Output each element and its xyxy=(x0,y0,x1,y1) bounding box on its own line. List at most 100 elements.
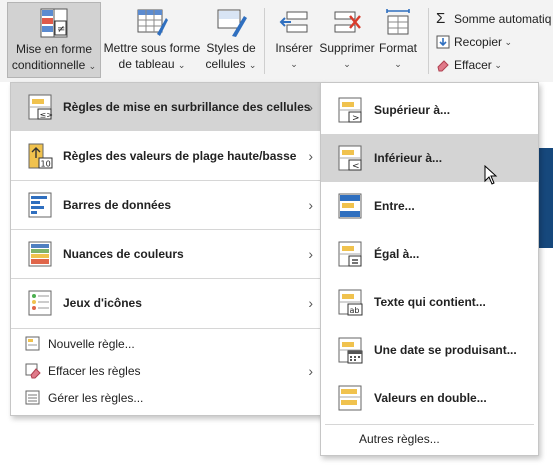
svg-text:≠: ≠ xyxy=(57,24,65,35)
menu-item-label: Nouvelle règle... xyxy=(48,337,135,351)
clear-button[interactable]: Effacer ⌄ xyxy=(436,55,502,75)
ribbon-separator xyxy=(264,8,265,74)
menu-item-label: Effacer les règles xyxy=(48,364,141,378)
format-cells-icon xyxy=(381,6,415,38)
menu-item-equal-to[interactable]: Égal à... xyxy=(321,230,538,278)
chevron-right-icon: › xyxy=(308,99,313,115)
manage-rules-icon xyxy=(25,390,41,406)
menu-item-new-rule[interactable]: Nouvelle règle... xyxy=(11,331,323,357)
menu-item-label: Gérer les règles... xyxy=(48,391,144,405)
duplicate-values-icon xyxy=(336,383,366,413)
button-label-line2: conditionnelle ⌄ xyxy=(11,58,97,72)
button-label-line2: cellules ⌄ xyxy=(205,57,257,71)
autosum-button[interactable]: Σ Somme automatiq xyxy=(436,9,551,29)
autosum-label: Somme automatiq xyxy=(454,12,552,26)
cell-styles-button[interactable]: Styles de cellules ⌄ xyxy=(203,2,259,78)
chevron-down-icon: ⌄ xyxy=(394,59,402,69)
conditional-format-menu: ≤> Règles de mise en surbrillance des ce… xyxy=(10,82,324,416)
menu-item-between[interactable]: Entre... xyxy=(321,182,538,230)
menu-item-icon-sets[interactable]: Jeux d'icônes › xyxy=(11,279,323,327)
color-scales-icon xyxy=(26,239,56,269)
conditional-format-button[interactable]: ≠ Mise en forme conditionnelle ⌄ xyxy=(7,2,101,78)
chevron-right-icon: › xyxy=(308,363,313,379)
icon-sets-icon xyxy=(26,288,56,318)
fill-down-icon xyxy=(436,35,450,49)
top-bottom-rules-icon: 10 xyxy=(26,141,56,171)
fill-label: Recopier xyxy=(454,35,503,49)
equal-to-icon xyxy=(336,239,366,269)
conditional-format-icon: ≠ xyxy=(37,7,71,39)
button-label: Supprimer xyxy=(319,41,375,55)
svg-text:≤>: ≤> xyxy=(40,111,53,120)
menu-divider xyxy=(11,328,323,329)
menu-item-label: Entre... xyxy=(374,199,415,213)
data-bars-icon xyxy=(26,190,56,220)
clear-label: Effacer xyxy=(454,58,492,72)
menu-divider xyxy=(325,424,534,425)
cell-styles-icon xyxy=(214,6,248,38)
svg-text:<: < xyxy=(352,162,360,172)
menu-item-label: Barres de données xyxy=(63,198,172,212)
ribbon: ≠ Mise en forme conditionnelle ⌄ Mettre … xyxy=(0,0,553,83)
menu-item-label: Autres règles... xyxy=(359,432,440,446)
menu-item-label: Règles de mise en surbrillance des cellu… xyxy=(63,100,311,114)
button-label: Mise en forme xyxy=(15,42,93,56)
button-label: Format xyxy=(378,41,417,55)
svg-text:10: 10 xyxy=(41,160,51,169)
menu-item-label: Inférieur à... xyxy=(374,151,443,165)
chevron-down-icon: ⌄ xyxy=(343,59,351,69)
menu-item-more-rules[interactable]: Autres règles... xyxy=(321,426,538,452)
delete-button[interactable]: Supprimer ⌄ xyxy=(318,2,376,78)
less-than-icon: < xyxy=(336,143,366,173)
menu-item-label: Texte qui contient... xyxy=(374,295,486,309)
date-occurring-icon xyxy=(336,335,366,365)
delete-cells-icon xyxy=(330,6,364,38)
menu-item-greater-than[interactable]: > Supérieur à... xyxy=(321,86,538,134)
between-icon xyxy=(336,191,366,221)
clear-rules-icon xyxy=(25,363,41,379)
menu-item-less-than[interactable]: < Inférieur à... xyxy=(321,134,538,185)
menu-item-label: Valeurs en double... xyxy=(374,391,487,405)
chevron-right-icon: › xyxy=(308,197,313,213)
menu-item-duplicate-values[interactable]: Valeurs en double... xyxy=(321,374,538,422)
svg-text:ab: ab xyxy=(350,306,360,315)
svg-text:>: > xyxy=(352,114,360,124)
menu-item-highlight-cells-rules[interactable]: ≤> Règles de mise en surbrillance des ce… xyxy=(11,83,323,131)
menu-item-date-occurring[interactable]: Une date se produisant... xyxy=(321,326,538,374)
greater-than-icon: > xyxy=(336,95,366,125)
sigma-icon: Σ xyxy=(436,10,446,27)
menu-item-clear-rules[interactable]: Effacer les règles › xyxy=(11,358,323,384)
highlight-rules-submenu: > Supérieur à... < Inférieur à... Entre.… xyxy=(320,82,539,456)
ribbon-separator xyxy=(428,8,429,74)
menu-item-label: Règles des valeurs de plage haute/basse xyxy=(63,149,297,163)
menu-item-data-bars[interactable]: Barres de données › xyxy=(11,181,323,229)
menu-item-manage-rules[interactable]: Gérer les règles... xyxy=(11,385,323,411)
format-as-table-icon xyxy=(135,6,169,38)
menu-item-label: Supérieur à... xyxy=(374,103,451,117)
menu-item-label: Jeux d'icônes xyxy=(63,296,142,310)
chevron-right-icon: › xyxy=(308,148,313,164)
chevron-right-icon: › xyxy=(308,295,313,311)
insert-cells-icon xyxy=(277,6,311,38)
button-label: Mettre sous forme xyxy=(103,41,201,55)
button-label: Styles de xyxy=(206,41,256,55)
text-contains-icon: ab xyxy=(336,287,366,317)
chevron-down-icon: ⌄ xyxy=(491,59,502,70)
chevron-right-icon: › xyxy=(308,246,313,262)
chevron-down-icon: ⌄ xyxy=(502,36,513,47)
menu-item-color-scales[interactable]: Nuances de couleurs › xyxy=(11,230,323,278)
menu-item-top-bottom-rules[interactable]: 10 Règles des valeurs de plage haute/bas… xyxy=(11,132,323,180)
highlight-cells-rules-icon: ≤> xyxy=(26,92,56,122)
insert-button[interactable]: Insérer ⌄ xyxy=(270,2,318,78)
fill-button[interactable]: Recopier ⌄ xyxy=(436,32,512,52)
button-label: Insérer xyxy=(275,41,313,55)
menu-item-label: Égal à... xyxy=(374,247,420,261)
format-as-table-button[interactable]: Mettre sous forme de tableau ⌄ xyxy=(101,2,203,78)
chevron-down-icon: ⌄ xyxy=(290,59,298,69)
menu-item-label: Nuances de couleurs xyxy=(63,247,184,261)
menu-item-label: Une date se produisant... xyxy=(374,343,517,357)
eraser-icon xyxy=(436,58,450,72)
new-rule-icon xyxy=(25,336,41,352)
menu-item-text-contains[interactable]: ab Texte qui contient... xyxy=(321,278,538,326)
format-button[interactable]: Format ⌄ xyxy=(376,2,420,78)
